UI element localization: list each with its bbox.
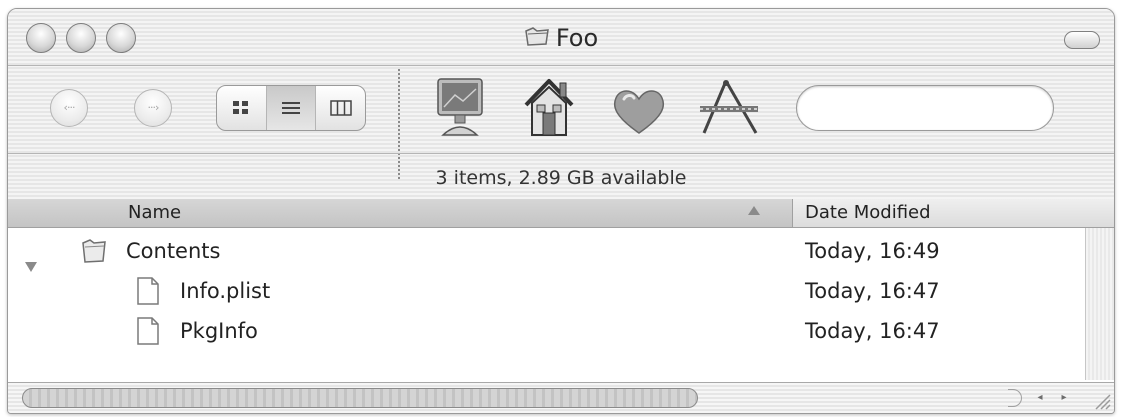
window-title: Foo bbox=[555, 24, 599, 52]
finder-window: Foo ‹··· ···› 3 items, 2.89 GB available… bbox=[7, 8, 1115, 414]
favorites-heart-icon[interactable] bbox=[612, 87, 666, 139]
column-header-date[interactable]: Date Modified bbox=[805, 199, 931, 227]
forward-button[interactable]: ···› bbox=[134, 89, 172, 127]
titlebar-divider bbox=[8, 65, 1114, 66]
toolbar-divider bbox=[8, 153, 1114, 154]
list-item[interactable]: PkgInfo Today, 16:47 bbox=[8, 311, 1083, 351]
column-header-name[interactable]: Name bbox=[8, 199, 793, 227]
column-view-button[interactable] bbox=[316, 86, 365, 130]
icon-view-button[interactable] bbox=[217, 86, 267, 130]
back-arrow-icon: ‹··· bbox=[63, 101, 76, 114]
title-bar: Foo bbox=[8, 23, 1114, 53]
horizontal-scrollbar[interactable]: ◂ ▸ bbox=[8, 382, 1114, 413]
scroll-left-arrow-icon[interactable]: ◂ bbox=[1030, 389, 1050, 407]
scroll-thumb[interactable] bbox=[22, 388, 698, 408]
folder-icon bbox=[524, 25, 550, 51]
list-item-date: Today, 16:47 bbox=[805, 319, 940, 343]
status-bar: 3 items, 2.89 GB available bbox=[435, 167, 687, 189]
list-item-date: Today, 16:47 bbox=[805, 279, 940, 303]
search-input[interactable] bbox=[819, 98, 1033, 119]
icon-view-icon bbox=[233, 101, 249, 114]
resize-grip-icon[interactable] bbox=[1090, 389, 1112, 411]
document-icon bbox=[136, 317, 160, 358]
list-header: Name Date Modified bbox=[8, 199, 1114, 228]
window-chrome: Foo ‹··· ···› 3 items, 2.89 GB available bbox=[8, 9, 1114, 200]
sort-ascending-icon bbox=[748, 206, 760, 215]
list-item-name: PkgInfo bbox=[180, 319, 258, 343]
column-label-name: Name bbox=[128, 202, 182, 223]
toolbar-toggle-button[interactable] bbox=[1064, 31, 1100, 49]
list-item-date: Today, 16:49 bbox=[805, 239, 940, 263]
search-field[interactable] bbox=[796, 85, 1054, 131]
list-view-button[interactable] bbox=[266, 86, 317, 130]
column-view-icon bbox=[329, 100, 352, 116]
list-item-name: Contents bbox=[126, 239, 221, 263]
list-item[interactable]: Info.plist Today, 16:47 bbox=[8, 271, 1083, 311]
list-item-name: Info.plist bbox=[180, 279, 271, 303]
list-view-icon bbox=[282, 102, 300, 114]
list-item[interactable]: Contents Today, 16:49 bbox=[8, 231, 1083, 272]
home-icon[interactable] bbox=[520, 75, 578, 143]
scroll-right-arrow-icon[interactable]: ▸ bbox=[1054, 389, 1074, 407]
applications-icon[interactable] bbox=[696, 77, 762, 141]
computer-icon[interactable] bbox=[433, 77, 487, 143]
back-button[interactable]: ‹··· bbox=[50, 89, 88, 127]
view-mode-control bbox=[216, 85, 366, 131]
scroll-track-end bbox=[1008, 389, 1022, 407]
forward-arrow-icon: ···› bbox=[147, 101, 160, 114]
vertical-scrollbar[interactable] bbox=[1085, 228, 1114, 380]
